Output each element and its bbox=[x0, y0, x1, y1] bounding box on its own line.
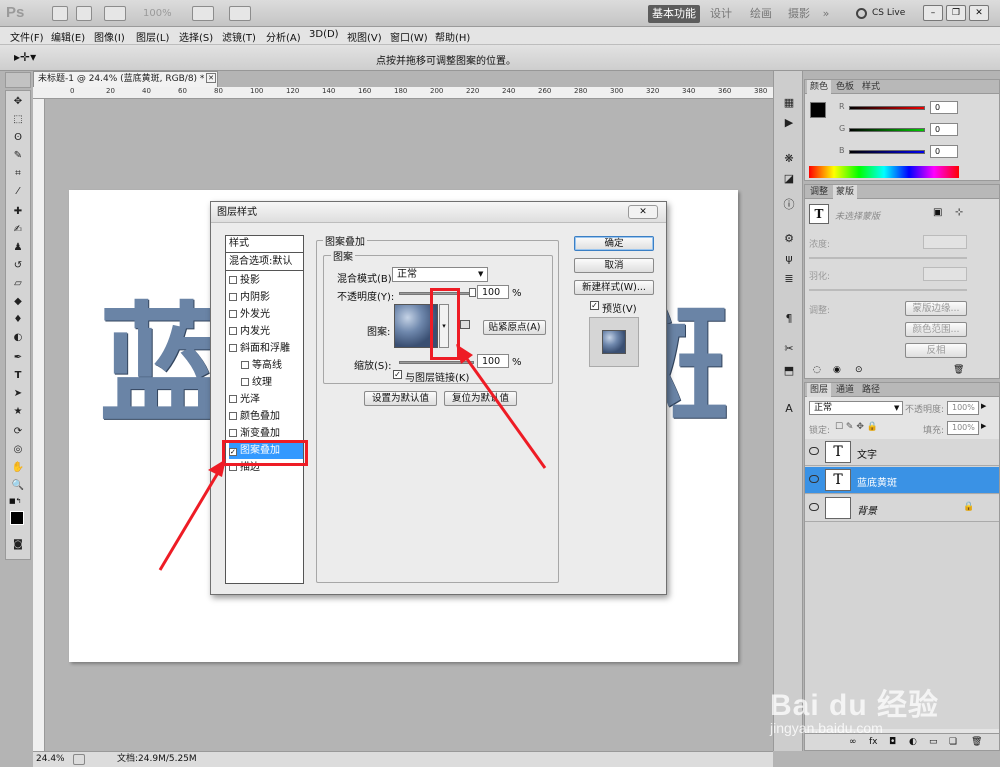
clone-source-icon[interactable]: ◪ bbox=[780, 171, 798, 187]
g-value[interactable]: 0 bbox=[930, 123, 958, 136]
chevron-down-icon: ▼ bbox=[894, 404, 900, 412]
layer-opacity-input[interactable]: 100% bbox=[947, 401, 979, 415]
tab-swatches[interactable]: 色板 bbox=[833, 80, 857, 94]
feather-label: 羽化: bbox=[809, 272, 831, 282]
layer-name[interactable]: 文字 bbox=[857, 446, 877, 461]
character-panel-icon[interactable]: A bbox=[780, 401, 798, 417]
layer-row-background[interactable]: 背景 🔒 bbox=[805, 495, 999, 522]
density-slider bbox=[809, 257, 967, 259]
color-panel: 颜色 色板 样式 R 0 G 0 B 0 bbox=[804, 79, 1000, 181]
vector-mask-icon[interactable]: ⊹ bbox=[955, 207, 963, 218]
mask-thumbnail: T bbox=[809, 204, 829, 224]
watermark-brand: Bai du 经验 bbox=[770, 689, 940, 722]
visibility-eye-icon[interactable] bbox=[809, 503, 819, 511]
visibility-eye-icon[interactable] bbox=[809, 475, 819, 483]
layer-opacity-label: 不透明度: bbox=[905, 405, 945, 415]
tab-masks[interactable]: 蒙版 bbox=[833, 185, 858, 199]
brush-presets-icon[interactable]: ❋ bbox=[780, 151, 798, 167]
notes-panel-icon[interactable]: ≣ bbox=[780, 271, 798, 287]
color-range-button[interactable]: 颜色范围... bbox=[905, 322, 967, 337]
visibility-eye-icon[interactable] bbox=[809, 447, 819, 455]
r-value[interactable]: 0 bbox=[930, 101, 958, 114]
layers-panel-tabs: 图层 通道 路径 bbox=[805, 383, 999, 397]
history-panel-icon[interactable]: ▦ bbox=[780, 95, 798, 111]
b-value[interactable]: 0 bbox=[930, 145, 958, 158]
color-panel-tabs: 颜色 色板 样式 bbox=[805, 80, 999, 94]
pixel-mask-icon[interactable]: ▣ bbox=[933, 207, 942, 218]
text-layer-thumbnail: T bbox=[825, 441, 851, 463]
3d-panel-icon[interactable]: ✂ bbox=[780, 341, 798, 357]
tab-layers[interactable]: 图层 bbox=[807, 383, 832, 397]
layer-effects-icon[interactable]: fx bbox=[869, 734, 878, 750]
info-panel-icon[interactable]: ⓘ bbox=[780, 197, 798, 213]
layer-row-selected[interactable]: T 蓝底黄斑 bbox=[805, 467, 999, 494]
animation-panel-icon[interactable]: ⬒ bbox=[780, 363, 798, 379]
masks-panel-tabs: 调整 蒙版 bbox=[805, 185, 999, 199]
tab-channels[interactable]: 通道 bbox=[833, 383, 857, 397]
b-slider[interactable] bbox=[849, 150, 925, 154]
layer-name[interactable]: 背景 bbox=[857, 502, 877, 517]
apply-mask-icon[interactable]: ◉ bbox=[833, 365, 841, 375]
invert-button[interactable]: 反相 bbox=[905, 343, 967, 358]
background-layer-thumbnail bbox=[825, 497, 851, 519]
tab-paths[interactable]: 路径 bbox=[859, 383, 883, 397]
channels-mixer-icon[interactable]: ψ bbox=[780, 251, 798, 267]
fill-label: 填充: bbox=[923, 426, 945, 436]
new-group-icon[interactable]: ▭ bbox=[929, 734, 938, 750]
link-layers-icon[interactable]: ∞ bbox=[849, 734, 857, 750]
layer-row-text[interactable]: T 文字 bbox=[805, 439, 999, 466]
feather-slider bbox=[809, 289, 967, 291]
lock-label: 锁定: bbox=[809, 426, 831, 436]
chevron-right-icon[interactable]: ▶ bbox=[981, 402, 986, 410]
layer-name[interactable]: 蓝底黄斑 bbox=[857, 474, 897, 489]
actions-panel-icon[interactable]: ▶ bbox=[780, 115, 798, 131]
tab-styles[interactable]: 样式 bbox=[859, 80, 883, 94]
mask-edge-button[interactable]: 蒙版边缘... bbox=[905, 301, 967, 316]
adjustment-layer-icon[interactable]: ◐ bbox=[909, 734, 917, 750]
chevron-right-icon[interactable]: ▶ bbox=[981, 422, 986, 430]
watermark-url: jingyan.baidu.com bbox=[770, 720, 883, 736]
tab-color[interactable]: 颜色 bbox=[807, 80, 832, 94]
disable-mask-icon[interactable]: ⊙ bbox=[855, 365, 863, 375]
delete-layer-icon[interactable]: 🗑 bbox=[971, 734, 982, 750]
paragraph-panel-icon[interactable]: ¶ bbox=[780, 311, 798, 327]
density-input bbox=[923, 235, 967, 249]
b-label: B bbox=[839, 146, 845, 155]
feather-input bbox=[923, 267, 967, 281]
refine-label: 调整: bbox=[809, 306, 831, 316]
layer-blend-mode-value: 正常 bbox=[814, 403, 833, 413]
new-layer-icon[interactable]: ❏ bbox=[949, 734, 957, 750]
delete-mask-icon[interactable]: 🗑 bbox=[953, 365, 964, 375]
layer-blend-mode-select[interactable]: 正常 ▼ bbox=[809, 401, 903, 415]
text-layer-thumbnail: T bbox=[825, 469, 851, 491]
layer-fill-input[interactable]: 100% bbox=[947, 421, 979, 435]
density-label: 浓度: bbox=[809, 240, 831, 250]
r-label: R bbox=[839, 102, 845, 111]
foreground-color[interactable] bbox=[810, 102, 826, 118]
add-mask-icon[interactable]: ◘ bbox=[889, 734, 896, 750]
masks-panel: 调整 蒙版 T 未选择蒙版 ▣ ⊹ 浓度: 羽化: 调整: 蒙版边缘... 颜色… bbox=[804, 184, 1000, 379]
tool-presets-icon[interactable]: ⚙ bbox=[780, 231, 798, 247]
g-label: G bbox=[839, 124, 846, 133]
load-selection-icon[interactable]: ◌ bbox=[813, 365, 821, 375]
tab-adjustments[interactable]: 调整 bbox=[807, 185, 831, 199]
color-spectrum-bar[interactable] bbox=[809, 166, 959, 178]
lock-icons[interactable]: ☐ ✎ ✥ 🔒 bbox=[835, 422, 878, 432]
panel-dock-strip: ▦ ▶ ❋ ◪ ⓘ ⚙ ψ ≣ ¶ ✂ ⬒ A bbox=[773, 71, 803, 751]
mask-status-text: 未选择蒙版 bbox=[835, 212, 881, 222]
r-slider[interactable] bbox=[849, 106, 925, 110]
lock-icon: 🔒 bbox=[963, 502, 975, 512]
g-slider[interactable] bbox=[849, 128, 925, 132]
